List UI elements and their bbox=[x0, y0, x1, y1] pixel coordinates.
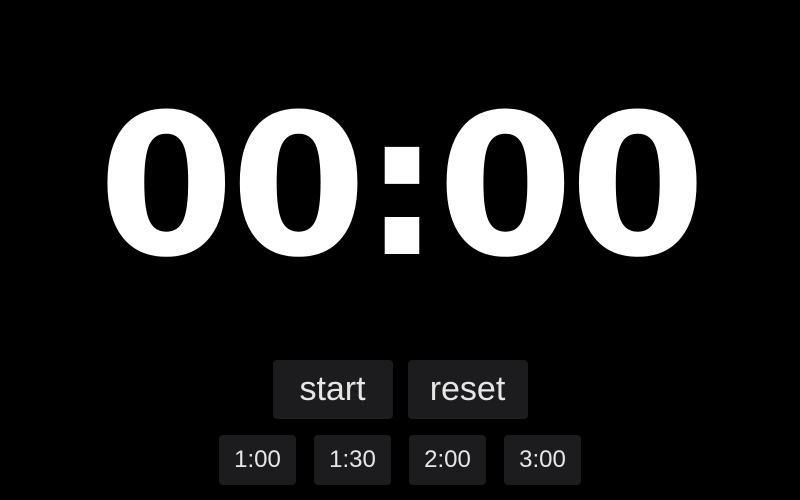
preset-1-00-button[interactable]: 1:00 bbox=[219, 435, 296, 485]
reset-button[interactable]: reset bbox=[407, 360, 528, 419]
preset-3-00-button[interactable]: 3:00 bbox=[504, 435, 581, 485]
start-button[interactable]: start bbox=[272, 360, 393, 419]
preset-buttons: 1:00 1:30 2:00 3:00 bbox=[0, 435, 800, 485]
timer-app: 00:00 start reset 1:00 1:30 2:00 3:00 bbox=[0, 0, 800, 500]
control-buttons: start reset bbox=[0, 360, 800, 419]
preset-2-00-button[interactable]: 2:00 bbox=[409, 435, 486, 485]
preset-1-30-button[interactable]: 1:30 bbox=[314, 435, 391, 485]
timer-display: 00:00 bbox=[98, 73, 706, 301]
